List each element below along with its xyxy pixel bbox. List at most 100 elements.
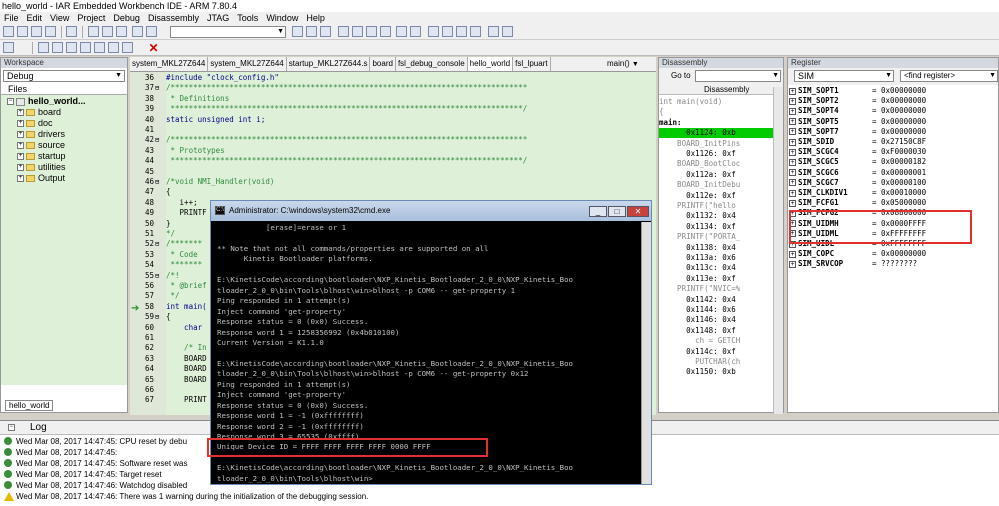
find-combo[interactable]: ▼ xyxy=(170,26,286,38)
make-icon[interactable] xyxy=(442,26,453,37)
expand-icon[interactable]: + xyxy=(17,153,24,160)
editor-tab[interactable]: hello_world xyxy=(467,57,514,71)
folder-node-board[interactable]: + board xyxy=(1,107,127,118)
menu-item-project[interactable]: Project xyxy=(73,12,109,24)
collapse-icon[interactable]: − xyxy=(8,424,15,431)
close-button[interactable]: ✕ xyxy=(627,206,649,217)
expand-icon[interactable]: + xyxy=(17,120,24,127)
project-node[interactable]: − hello_world... xyxy=(1,96,127,107)
disassembly-scrollbar[interactable] xyxy=(773,87,783,414)
expand-icon[interactable]: + xyxy=(789,148,796,156)
expand-icon[interactable]: + xyxy=(17,131,24,138)
menu-item-tools[interactable]: Tools xyxy=(233,12,262,24)
maximize-button[interactable]: □ xyxy=(608,206,626,217)
editor-tab[interactable]: startup_MKL27Z644.s xyxy=(287,57,371,71)
open-icon[interactable] xyxy=(17,26,28,37)
download-debug-icon[interactable] xyxy=(488,26,499,37)
navigate-forward-icon[interactable] xyxy=(410,26,421,37)
register-row[interactable]: + SIM_SCGC7 = 0x00000100 xyxy=(789,178,926,188)
folder-node-drivers[interactable]: + drivers xyxy=(1,129,127,140)
save-icon[interactable] xyxy=(31,26,42,37)
fold-icon[interactable]: ⊟ xyxy=(155,239,163,249)
fold-icon[interactable]: ⊟ xyxy=(155,177,163,187)
step-out-icon[interactable] xyxy=(80,42,91,53)
redo-icon[interactable] xyxy=(146,26,157,37)
menu-item-help[interactable]: Help xyxy=(302,12,329,24)
register-row[interactable]: + SIM_SOPT4 = 0x00000000 xyxy=(789,106,926,116)
register-group-select[interactable]: SIM ▼ xyxy=(794,70,894,82)
expand-icon[interactable]: + xyxy=(789,138,796,146)
expand-icon[interactable]: + xyxy=(789,250,796,258)
debug-without-download-icon[interactable] xyxy=(502,26,513,37)
expand-icon[interactable]: + xyxy=(17,142,24,149)
expand-icon[interactable]: + xyxy=(789,169,796,177)
expand-icon[interactable]: + xyxy=(17,175,24,182)
register-row[interactable]: + SIM_SOPT2 = 0x00000000 xyxy=(789,96,926,106)
prev-bookmark-icon[interactable] xyxy=(380,26,391,37)
expand-icon[interactable]: + xyxy=(789,199,796,207)
undo-icon[interactable] xyxy=(132,26,143,37)
register-row[interactable]: + SIM_COPC = 0x00000000 xyxy=(789,249,926,259)
workspace-tab[interactable]: hello_world xyxy=(5,400,54,411)
folder-node-doc[interactable]: + doc xyxy=(1,118,127,129)
expand-icon[interactable]: + xyxy=(789,158,796,166)
menu-item-file[interactable]: File xyxy=(0,12,23,24)
new-file-icon[interactable] xyxy=(3,26,14,37)
find-next-icon[interactable] xyxy=(306,26,317,37)
collapse-icon[interactable]: − xyxy=(7,98,14,105)
breakpoint-icon[interactable] xyxy=(470,26,481,37)
save-all-icon[interactable] xyxy=(45,26,56,37)
expand-icon[interactable]: + xyxy=(17,164,24,171)
folder-node-startup[interactable]: + startup xyxy=(1,151,127,162)
editor-tab[interactable]: system_MKL27Z644 xyxy=(208,57,287,71)
register-row[interactable]: + SIM_SDID = 0x27150C8F xyxy=(789,137,926,147)
register-row[interactable]: + SIM_SOPT1 = 0x00000000 xyxy=(789,86,926,96)
paste-icon[interactable] xyxy=(116,26,127,37)
folder-node-utilities[interactable]: + utilities xyxy=(1,162,127,173)
expand-icon[interactable]: + xyxy=(789,179,796,187)
editor-tab[interactable]: fsl_debug_console xyxy=(396,57,468,71)
cmd-title-bar[interactable]: C:\ Administrator: C:\windows\system32\c… xyxy=(211,201,651,221)
cut-icon[interactable] xyxy=(88,26,99,37)
editor-tab[interactable]: fsl_lpuart xyxy=(513,57,551,71)
break-icon[interactable] xyxy=(38,42,49,53)
navigate-back-icon[interactable] xyxy=(396,26,407,37)
run-to-cursor-icon[interactable] xyxy=(108,42,119,53)
fold-icon[interactable]: ⊟ xyxy=(155,135,163,145)
menu-item-disassembly[interactable]: Disassembly xyxy=(144,12,203,24)
menu-item-debug[interactable]: Debug xyxy=(109,12,144,24)
register-row[interactable]: + SIM_SCGC6 = 0x00000001 xyxy=(789,168,926,178)
register-row[interactable]: + SIM_SOPT7 = 0x00000000 xyxy=(789,127,926,137)
stop-build-icon[interactable] xyxy=(456,26,467,37)
step-over-icon[interactable] xyxy=(52,42,63,53)
goto-input[interactable]: ▼ xyxy=(695,70,781,82)
expand-icon[interactable]: + xyxy=(789,107,796,115)
folder-node-output[interactable]: + Output xyxy=(1,173,127,184)
reset-icon[interactable] xyxy=(3,42,14,53)
expand-icon[interactable]: + xyxy=(789,128,796,136)
fold-icon[interactable]: ⊟ xyxy=(155,271,163,281)
configuration-select[interactable]: Debug ▼ xyxy=(3,70,125,82)
register-row[interactable]: + SIM_SRVCOP = ???????? xyxy=(789,259,917,269)
print-icon[interactable] xyxy=(66,26,77,37)
expand-icon[interactable]: + xyxy=(789,118,796,126)
stop-debugging-icon[interactable]: ✕ xyxy=(148,42,159,54)
editor-tab[interactable]: board xyxy=(370,57,396,71)
find-prev-icon[interactable] xyxy=(320,26,331,37)
minimize-button[interactable]: _ xyxy=(589,206,607,217)
find-icon[interactable] xyxy=(292,26,303,37)
menu-item-window[interactable]: Window xyxy=(262,12,302,24)
function-combo[interactable]: main() ▼ xyxy=(607,58,655,70)
next-statement-icon[interactable] xyxy=(94,42,105,53)
register-row[interactable]: + SIM_SOPT5 = 0x00000000 xyxy=(789,117,926,127)
find-register-select[interactable]: <find register> ▼ xyxy=(900,70,998,82)
menu-item-view[interactable]: View xyxy=(46,12,73,24)
fold-icon[interactable]: ⊟ xyxy=(155,312,163,322)
step-into-icon[interactable] xyxy=(66,42,77,53)
fold-icon[interactable]: ⊟ xyxy=(155,83,163,93)
menu-item-jtag[interactable]: JTAG xyxy=(203,12,233,24)
expand-icon[interactable]: + xyxy=(789,189,796,197)
copy-icon[interactable] xyxy=(102,26,113,37)
next-bookmark-icon[interactable] xyxy=(366,26,377,37)
bookmark-icon[interactable] xyxy=(352,26,363,37)
